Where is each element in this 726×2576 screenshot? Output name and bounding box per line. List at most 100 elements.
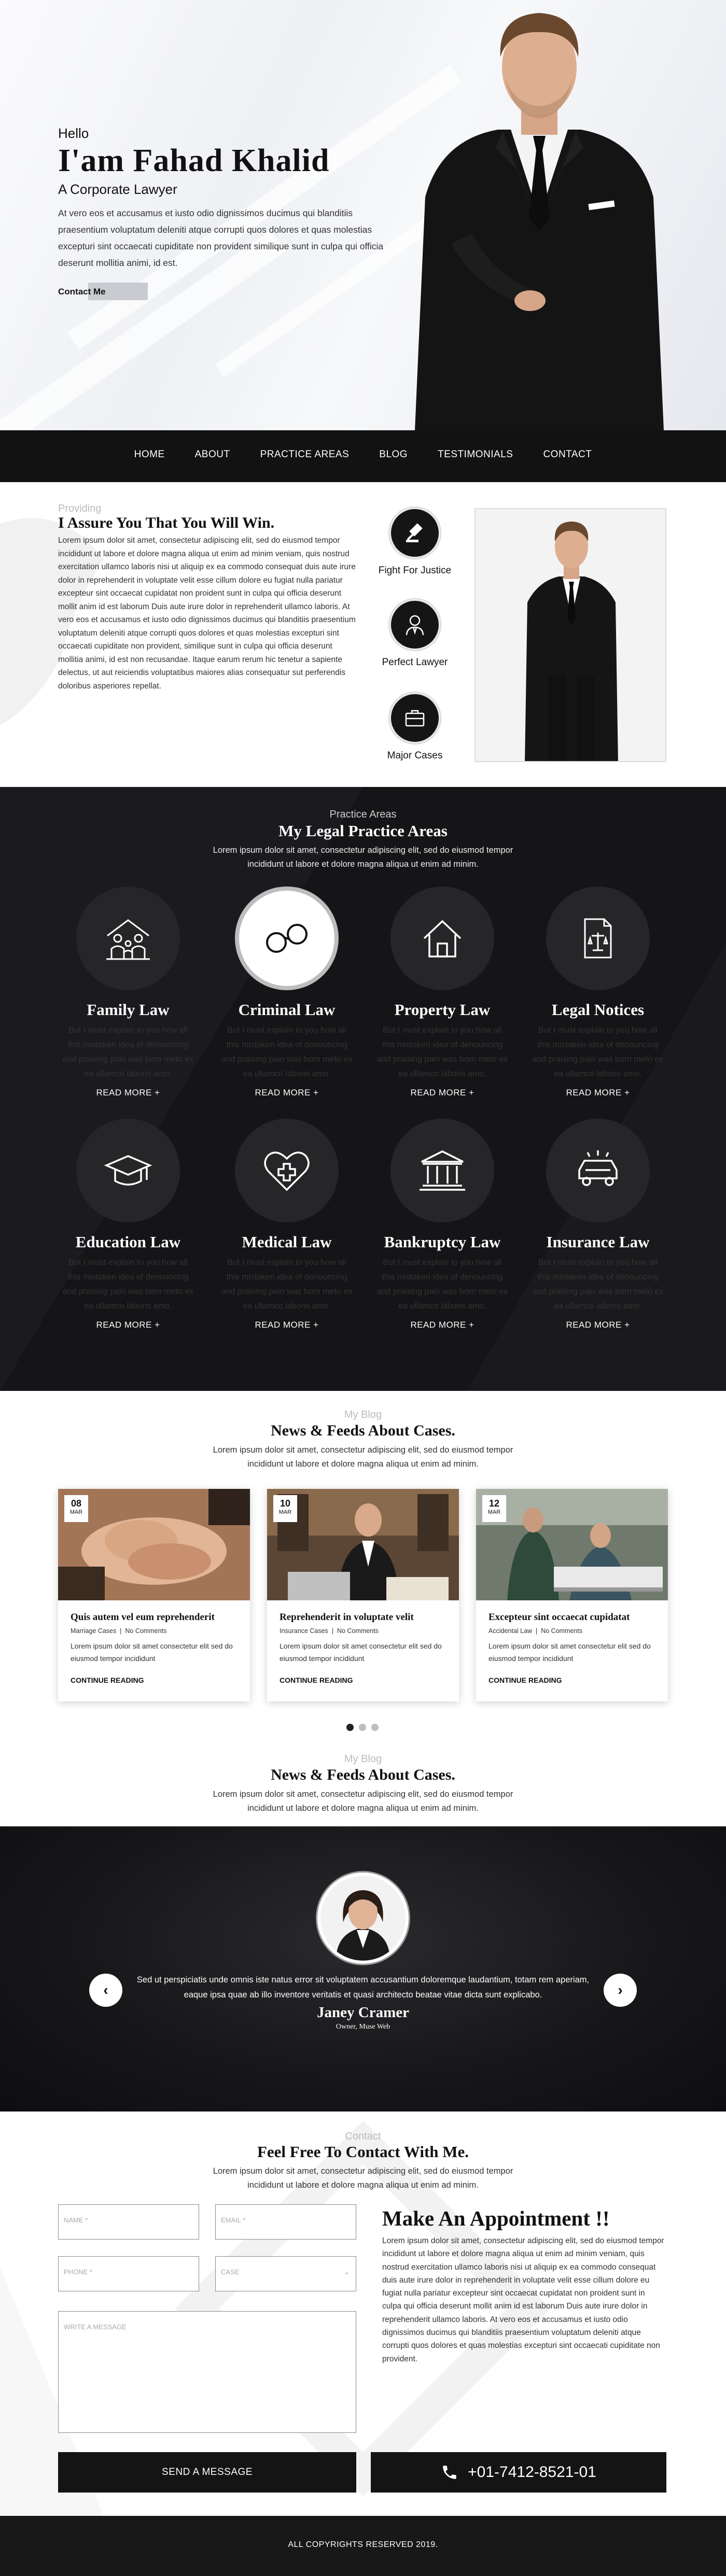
- blog-image-lawyer-desk: 10 MAR: [267, 1489, 459, 1600]
- post-date: 08 MAR: [64, 1495, 88, 1522]
- read-more-link[interactable]: READ MORE +: [372, 1320, 512, 1330]
- testimonial-next-button[interactable]: ›: [604, 1974, 637, 2007]
- practice-card-medical-law[interactable]: Medical Law But I must explain to you ho…: [217, 1119, 357, 1330]
- practice-card-title: Family Law: [87, 1001, 170, 1019]
- post-excerpt: Lorem ipsum dolor sit amet consectetur e…: [71, 1642, 233, 1663]
- read-more-link[interactable]: READ MORE +: [528, 1088, 668, 1098]
- contact-me-button[interactable]: Contact Me: [58, 284, 106, 300]
- legal-document-icon: [546, 886, 650, 990]
- practice-card-property-law[interactable]: Property Law But I must explain to you h…: [372, 886, 512, 1098]
- blog-description: Lorem ipsum dolor sit amet, consectetur …: [213, 1790, 513, 1813]
- main-nav: HOME ABOUT PRACTICE AREAS BLOG TESTIMONI…: [0, 430, 726, 482]
- email-field[interactable]: EMAIL *: [215, 2204, 356, 2240]
- post-meta: Marriage Cases | No Comments: [71, 1627, 167, 1635]
- house-icon: [390, 886, 494, 990]
- case-select-label: CASE: [221, 2268, 240, 2276]
- chevron-left-icon: ‹: [103, 1982, 108, 1998]
- practice-card-insurance-law[interactable]: Insurance Law But I must explain to you …: [528, 1119, 668, 1330]
- practice-card-title: Legal Notices: [551, 1001, 645, 1019]
- nav-item-home[interactable]: HOME: [134, 449, 165, 460]
- chevron-down-icon: ⌄: [344, 2268, 350, 2276]
- practice-card-criminal-law[interactable]: Criminal Law But I must explain to you h…: [217, 886, 357, 1098]
- continue-reading-link[interactable]: CONTINUE READING: [71, 1676, 238, 1684]
- continue-reading-link[interactable]: CONTINUE READING: [488, 1676, 655, 1684]
- feature-label: Perfect Lawyer: [382, 657, 448, 668]
- blog-image-hospital: 12 MAR: [476, 1489, 668, 1600]
- contact-description: Lorem ipsum dolor sit amet, consectetur …: [213, 2166, 513, 2190]
- nav-item-testimonials[interactable]: TESTIMONIALS: [438, 449, 513, 460]
- practice-description: Lorem ipsum dolor sit amet, consectetur …: [213, 846, 513, 869]
- post-excerpt: Lorem ipsum dolor sit amet consectetur e…: [488, 1642, 651, 1663]
- nav-item-contact[interactable]: CONTACT: [543, 449, 592, 460]
- post-title[interactable]: Quis autem vel eum reprehenderit: [71, 1612, 238, 1623]
- practice-card-title: Property Law: [394, 1001, 491, 1019]
- contact-subtitle: Contact: [345, 2131, 381, 2142]
- case-select[interactable]: CASE ⌄: [215, 2256, 356, 2291]
- read-more-link[interactable]: READ MORE +: [217, 1088, 357, 1098]
- hero-description: At vero eos et accusamus et iusto odio d…: [58, 208, 384, 268]
- read-more-link[interactable]: READ MORE +: [217, 1320, 357, 1330]
- chevron-right-icon: ›: [618, 1982, 623, 1998]
- blog-subtitle: My Blog: [344, 1753, 382, 1765]
- testimonial-section: [0, 1826, 726, 2112]
- footer: ALL COPYRIGHTS RESERVED 2019.: [0, 2516, 726, 2576]
- blog-card[interactable]: 10 MAR Reprehenderit in voluptate velit I…: [267, 1489, 459, 1701]
- gavel-icon: [389, 507, 441, 559]
- practice-title: My Legal Practice Areas: [278, 822, 448, 840]
- read-more-link[interactable]: READ MORE +: [58, 1320, 198, 1330]
- continue-reading-link[interactable]: CONTINUE READING: [280, 1676, 446, 1684]
- phone-call-button[interactable]: +01-7412-8521-01: [371, 2452, 666, 2493]
- practice-card-bankruptcy-law[interactable]: Bankruptcy Law But I must explain to you…: [372, 1119, 512, 1330]
- feature-fight-for-justice: Fight For Justice: [363, 507, 467, 576]
- practice-card-text: But I must explain to you how all this m…: [221, 1026, 353, 1078]
- blog-subtitle: My Blog: [344, 1409, 382, 1420]
- nav-item-practice-areas[interactable]: PRACTICE AREAS: [260, 449, 350, 460]
- phone-field[interactable]: PHONE *: [58, 2256, 199, 2291]
- practice-card-text: But I must explain to you how all this m…: [376, 1258, 508, 1311]
- practice-card-family-law[interactable]: Family Law But I must explain to you how…: [58, 886, 198, 1098]
- post-meta: Accidental Law | No Comments: [488, 1627, 583, 1635]
- send-message-button[interactable]: SEND A MESSAGE: [58, 2452, 356, 2493]
- carousel-dot[interactable]: [371, 1724, 379, 1731]
- avatar: [317, 1873, 409, 1964]
- blog-card[interactable]: 12 MAR Excepteur sint occaecat cupidatat …: [476, 1489, 668, 1701]
- message-textarea[interactable]: WRITE A MESSAGE: [58, 2311, 356, 2433]
- hero-greeting: Hello: [58, 125, 89, 141]
- practice-card-education-law[interactable]: Education Law But I must explain to you …: [58, 1119, 198, 1330]
- practice-card-text: But I must explain to you how all this m…: [62, 1258, 194, 1311]
- testimonial-prev-button[interactable]: ‹: [89, 1974, 122, 2007]
- feature-major-cases: Major Cases: [363, 692, 467, 762]
- read-more-link[interactable]: READ MORE +: [58, 1088, 198, 1098]
- carousel-dot-active[interactable]: [346, 1724, 354, 1731]
- testimonial-quote: Sed ut perspiciatis unde omnis iste natu…: [136, 1975, 590, 2000]
- phone-number: +01-7412-8521-01: [468, 2464, 596, 2481]
- blog-title: News & Feeds About Cases.: [271, 1422, 455, 1439]
- bank-icon: [390, 1119, 494, 1222]
- name-field[interactable]: NAME *: [58, 2204, 199, 2240]
- car-insurance-icon: [546, 1119, 650, 1222]
- post-title[interactable]: Excepteur sint occaecat cupidatat: [488, 1612, 655, 1623]
- medical-heart-icon: [235, 1119, 339, 1222]
- practice-card-legal-notices[interactable]: Legal Notices But I must explain to you …: [528, 886, 668, 1098]
- blog-image-handshake: 08 MAR: [58, 1489, 250, 1600]
- copyright-text: ALL COPYRIGHTS RESERVED 2019.: [288, 2540, 438, 2549]
- post-date: 10 MAR: [273, 1495, 297, 1522]
- post-meta: Insurance Cases | No Comments: [280, 1627, 379, 1635]
- hero-section: Hello I'am Fahad Khalid A Corporate Lawy…: [0, 0, 726, 430]
- blog-card[interactable]: 08 MAR Quis autem vel eum reprehenderit M…: [58, 1489, 250, 1701]
- read-more-link[interactable]: READ MORE +: [372, 1088, 512, 1098]
- nav-item-about[interactable]: ABOUT: [195, 449, 230, 460]
- practice-card-title: Bankruptcy Law: [384, 1233, 501, 1251]
- post-date: 12 MAR: [482, 1495, 506, 1522]
- nav-item-blog[interactable]: BLOG: [379, 449, 408, 460]
- practice-card-text: But I must explain to you how all this m…: [376, 1026, 508, 1078]
- post-title[interactable]: Reprehenderit in voluptate velit: [280, 1612, 446, 1623]
- carousel-dot[interactable]: [359, 1724, 366, 1731]
- about-lawyer-photo: [474, 508, 666, 762]
- appointment-title: Make An Appointment !!: [382, 2206, 610, 2230]
- practice-card-title: Criminal Law: [238, 1001, 336, 1019]
- practice-card-text: But I must explain to you how all this m…: [221, 1258, 353, 1311]
- appointment-body: Lorem ipsum dolor sit amet, consectetur …: [382, 2236, 664, 2363]
- read-more-link[interactable]: READ MORE +: [528, 1320, 668, 1330]
- family-icon: [76, 886, 180, 990]
